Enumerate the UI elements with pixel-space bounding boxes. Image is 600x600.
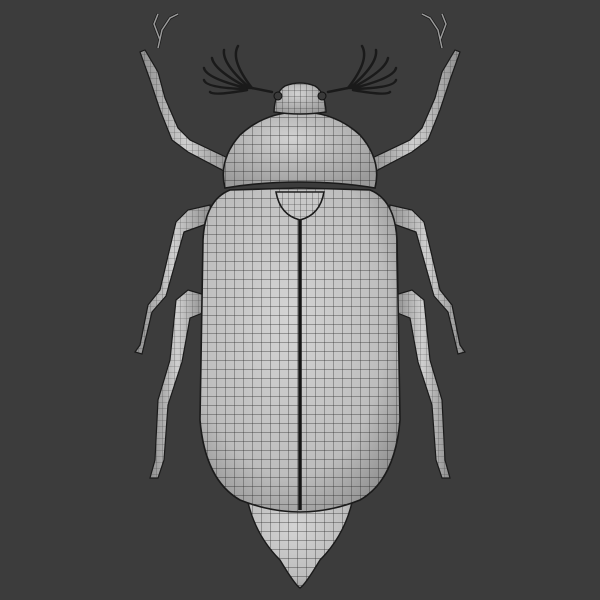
left-eye: [273, 91, 283, 101]
hind-left-leg: [149, 289, 206, 479]
pronotum: [222, 111, 378, 189]
viewport: [0, 0, 600, 600]
right-eye: [317, 91, 327, 101]
elytra: [199, 187, 401, 513]
left-antenna: [202, 44, 274, 95]
beetle-model: [134, 12, 466, 589]
hind-right-leg: [394, 289, 451, 479]
right-antenna: [326, 44, 398, 95]
head: [273, 82, 327, 115]
